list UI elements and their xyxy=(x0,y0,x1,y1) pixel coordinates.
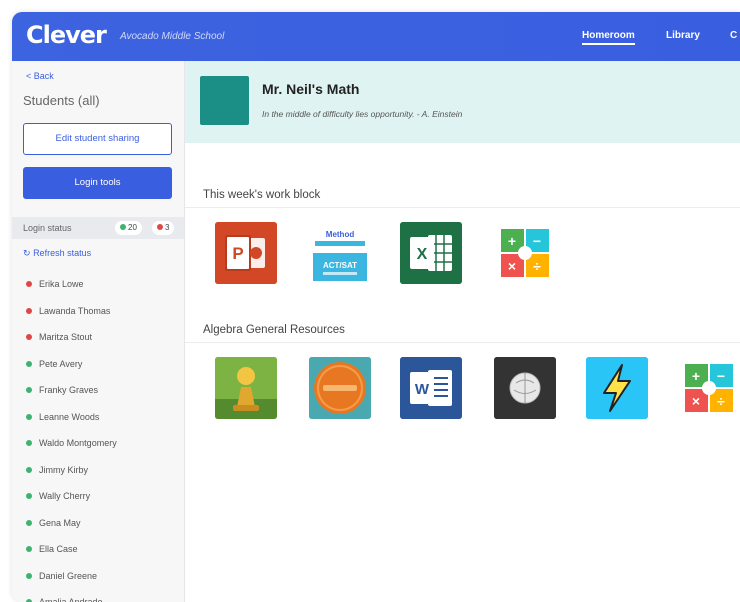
method-sub-text: ACT/SAT xyxy=(323,261,357,270)
student-item[interactable]: Ella Case xyxy=(12,539,184,566)
online-status-icon xyxy=(26,546,32,552)
login-status-row: Login status 20 3 xyxy=(12,217,184,239)
section-title-work-block: This week's work block xyxy=(203,189,321,201)
login-tools-button[interactable]: Login tools xyxy=(23,167,172,199)
student-name: Jimmy Kirby xyxy=(39,464,88,475)
offline-count-badge: 3 xyxy=(152,221,175,235)
student-name: Leanne Woods xyxy=(39,411,100,422)
online-status-icon xyxy=(26,413,32,420)
online-count: 20 xyxy=(128,223,137,232)
section-divider xyxy=(185,207,740,208)
student-item[interactable]: Wally Cherry xyxy=(12,486,184,513)
powerpoint-icon[interactable]: P xyxy=(215,222,277,284)
student-name: Erika Lowe xyxy=(39,279,84,289)
math-operations-icon[interactable]: + − × ÷ xyxy=(678,357,740,419)
app-window: Clever Avocado Middle School Homeroom Li… xyxy=(12,12,740,602)
clever-logo[interactable]: Clever xyxy=(26,21,107,49)
chess-pawn-icon[interactable] xyxy=(215,357,277,419)
offline-status-icon xyxy=(26,307,32,314)
sidebar: < Back Students (all) Edit student shari… xyxy=(12,61,185,602)
student-item[interactable]: Franky Graves xyxy=(12,380,184,407)
student-item[interactable]: Gena May xyxy=(12,513,184,540)
offline-status-icon xyxy=(26,334,32,340)
online-status-icon xyxy=(26,493,32,499)
svg-text:W: W xyxy=(415,381,430,398)
excel-icon[interactable]: X xyxy=(400,222,462,284)
svg-text:+: + xyxy=(692,368,700,384)
method-brand-text: Method xyxy=(326,230,355,239)
back-link[interactable]: < Back xyxy=(26,71,54,81)
svg-text:+: + xyxy=(508,233,516,249)
student-item[interactable]: Amalia Andrade xyxy=(12,592,184,602)
math-operations-icon[interactable]: + − × ÷ xyxy=(494,222,556,284)
student-item[interactable]: Waldo Montgomery xyxy=(12,433,184,460)
main-content: Mr. Neil's Math In the middle of difficu… xyxy=(185,61,740,602)
svg-text:−: − xyxy=(717,368,725,384)
wikipedia-icon[interactable] xyxy=(494,357,556,419)
top-bar: Clever Avocado Middle School Homeroom Li… xyxy=(12,12,740,61)
student-item[interactable]: Maritza Stout xyxy=(12,327,184,354)
online-status-icon xyxy=(26,387,32,393)
offline-dot-icon xyxy=(157,224,163,230)
edit-student-sharing-button[interactable]: Edit student sharing xyxy=(23,123,172,155)
teacher-avatar xyxy=(200,76,249,125)
nav-homeroom[interactable]: Homeroom xyxy=(582,30,635,45)
method-test-prep-icon[interactable]: Method ACT/SAT xyxy=(309,222,371,284)
nav-library[interactable]: Library xyxy=(666,30,700,41)
section-divider xyxy=(185,342,740,343)
online-status-icon xyxy=(26,360,32,367)
section-title-algebra: Algebra General Resources xyxy=(203,324,345,336)
student-item[interactable]: Pete Avery xyxy=(12,354,184,381)
svg-text:P: P xyxy=(232,244,243,263)
login-status-label: Login status xyxy=(23,223,72,233)
online-status-icon xyxy=(26,440,32,446)
student-name: Pete Avery xyxy=(39,358,83,369)
refresh-label: Refresh status xyxy=(33,248,92,258)
student-item[interactable]: Daniel Greene xyxy=(12,566,184,593)
student-item[interactable]: Jimmy Kirby xyxy=(12,460,184,487)
refresh-icon: ↻ xyxy=(23,248,31,258)
svg-text:X: X xyxy=(417,246,428,263)
online-status-icon xyxy=(26,519,32,526)
student-name: Wally Cherry xyxy=(39,491,91,501)
student-name: Waldo Montgomery xyxy=(39,438,117,448)
teacher-banner: Mr. Neil's Math In the middle of difficu… xyxy=(185,61,740,143)
svg-text:÷: ÷ xyxy=(717,393,725,409)
offline-status-icon xyxy=(26,281,32,287)
mathletic-icon[interactable] xyxy=(309,357,371,419)
online-status-icon xyxy=(26,572,32,579)
teacher-name: Mr. Neil's Math xyxy=(262,81,360,97)
student-list: Erika Lowe Lawanda Thomas Maritza Stout Pet… xyxy=(12,274,184,602)
svg-text:×: × xyxy=(508,258,516,274)
student-name: Amalia Andrade xyxy=(39,597,103,602)
offline-count: 3 xyxy=(165,223,170,232)
student-item[interactable]: Leanne Woods xyxy=(12,407,184,434)
svg-text:−: − xyxy=(533,233,541,249)
lightning-icon[interactable] xyxy=(586,357,648,419)
school-name: Avocado Middle School xyxy=(120,31,225,42)
online-count-badge: 20 xyxy=(115,221,142,235)
student-item[interactable]: Erika Lowe xyxy=(12,274,184,301)
teacher-quote: In the middle of difficulty lies opportu… xyxy=(262,109,463,119)
refresh-status-link[interactable]: ↻ Refresh status xyxy=(23,248,91,259)
word-icon[interactable]: W xyxy=(400,357,462,419)
student-name: Maritza Stout xyxy=(39,332,93,342)
svg-text:×: × xyxy=(692,393,700,409)
student-item[interactable]: Lawanda Thomas xyxy=(12,301,184,328)
student-name: Franky Graves xyxy=(39,385,99,395)
student-name: Gena May xyxy=(39,517,81,528)
online-dot-icon xyxy=(120,224,126,230)
students-title: Students (all) xyxy=(23,93,100,108)
student-name: Daniel Greene xyxy=(39,570,98,581)
student-name: Lawanda Thomas xyxy=(39,305,111,316)
svg-text:÷: ÷ xyxy=(533,258,541,274)
online-status-icon xyxy=(26,466,32,473)
nav-truncated[interactable]: C xyxy=(730,30,737,41)
student-name: Ella Case xyxy=(39,544,78,554)
